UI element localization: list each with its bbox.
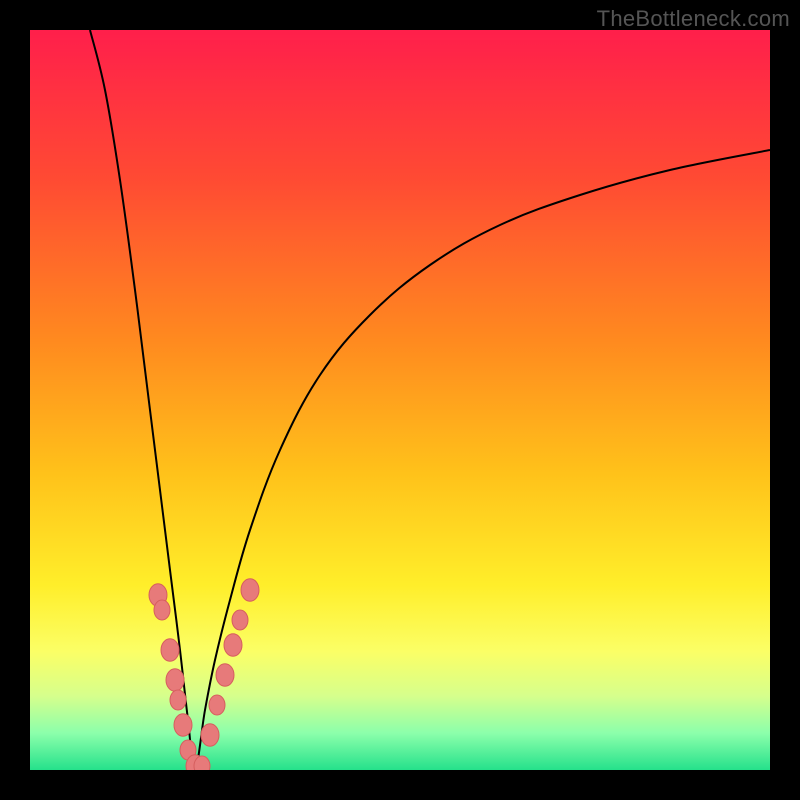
bottleneck-curve xyxy=(90,30,770,770)
data-marker xyxy=(224,634,242,657)
outer-frame: TheBottleneck.com xyxy=(0,0,800,800)
data-marker xyxy=(194,756,210,770)
data-marker xyxy=(201,724,219,747)
data-marker xyxy=(154,600,170,620)
curve-layer xyxy=(30,30,770,770)
data-marker xyxy=(166,669,184,692)
data-marker xyxy=(241,579,259,602)
data-marker xyxy=(161,639,179,662)
data-marker xyxy=(209,695,225,715)
data-markers xyxy=(149,579,259,770)
data-marker xyxy=(174,714,192,737)
plot-area xyxy=(30,30,770,770)
watermark-text: TheBottleneck.com xyxy=(597,6,790,32)
data-marker xyxy=(170,690,186,710)
data-marker xyxy=(216,664,234,687)
data-marker xyxy=(232,610,248,630)
